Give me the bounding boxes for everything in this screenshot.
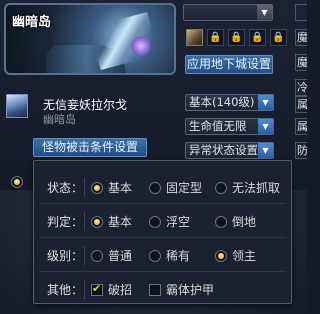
radio-button[interactable]	[91, 182, 103, 194]
divider	[84, 280, 85, 299]
option-state-basic[interactable]: 基本	[91, 179, 132, 196]
option-label: 破招	[108, 283, 133, 297]
status-select[interactable]: 异常状态设置 ▼	[185, 142, 274, 159]
hit-condition-settings-button[interactable]: 怪物被击条件设置	[33, 138, 147, 157]
option-label: 稀有	[166, 249, 191, 263]
option-label: 普通	[108, 249, 133, 263]
option-rank-normal[interactable]: 普通	[91, 247, 132, 264]
lock-icon[interactable]: 🔒	[207, 29, 224, 46]
option-rank-rare[interactable]: 稀有	[149, 247, 190, 264]
chevron-down-icon[interactable]: ▼	[258, 95, 273, 110]
row-label: 级别：	[47, 249, 84, 263]
radio-button[interactable]	[215, 216, 227, 228]
lock-icon[interactable]: 🔒	[228, 29, 245, 46]
lock-icon[interactable]: 🔒	[270, 29, 287, 46]
radio-button[interactable]	[149, 216, 161, 228]
option-state-fixed[interactable]: 固定型	[149, 179, 202, 196]
right-edge-field[interactable]: 魔	[295, 29, 307, 46]
divider	[84, 212, 85, 231]
right-edge-field[interactable]: 属	[295, 96, 307, 113]
level-select[interactable]: 基本(140级) ▼	[185, 94, 274, 111]
divider	[39, 271, 286, 272]
right-edge-field[interactable]: 冷	[295, 79, 307, 96]
option-label: 霸体护甲	[166, 283, 215, 297]
option-judge-knockdown[interactable]: 倒地	[215, 213, 256, 230]
row-state: 状态： 基本 固定型 无法抓取	[34, 175, 291, 200]
radio-button[interactable]	[215, 250, 227, 262]
divider	[39, 237, 286, 238]
boss-portrait	[6, 94, 28, 118]
row-rank: 级别： 普通 稀有 领主	[34, 243, 291, 268]
row-other: 其他： 破招 霸体护甲	[34, 277, 291, 302]
option-label: 领主	[232, 249, 257, 263]
divider	[84, 178, 85, 197]
option-label: 浮空	[166, 215, 191, 229]
option-label: 倒地	[232, 215, 257, 229]
checkbox[interactable]	[91, 282, 103, 296]
chevron-down-icon[interactable]: ▼	[258, 143, 273, 158]
status-select-value: 异常状态设置	[189, 143, 258, 157]
dungeon-banner[interactable]: 幽暗岛	[4, 3, 176, 75]
radio-button[interactable]	[91, 216, 103, 228]
row-label: 状态：	[47, 181, 84, 195]
chevron-down-icon[interactable]: ▼	[257, 5, 272, 20]
option-judge-airborne[interactable]: 浮空	[149, 213, 190, 230]
radio-button[interactable]	[149, 182, 161, 194]
option-rank-lord[interactable]: 领主	[215, 247, 256, 264]
row-label: 其他：	[47, 283, 84, 297]
radio-button[interactable]	[149, 250, 161, 262]
right-edge-field[interactable]: 魔	[295, 54, 307, 71]
option-label: 固定型	[166, 181, 203, 195]
top-dropdown[interactable]: ▼	[183, 4, 273, 21]
option-label: 基本	[108, 181, 133, 195]
divider	[39, 203, 286, 204]
banner-art	[131, 35, 151, 57]
chevron-down-icon[interactable]: ▼	[258, 119, 273, 134]
row-judgement: 判定： 基本 浮空 倒地	[34, 209, 291, 234]
boss-location: 幽暗岛	[43, 113, 76, 126]
item-slot-icon[interactable]	[186, 29, 203, 46]
option-other-super-armor[interactable]: 霸体护甲	[149, 281, 214, 298]
option-label: 基本	[108, 215, 133, 229]
monster-hit-condition-panel: 状态： 基本 固定型 无法抓取 判定： 基本 浮空 倒地 级别： 普通 稀有 领…	[33, 160, 292, 304]
level-select-value: 基本(140级)	[189, 95, 255, 109]
option-label: 无法抓取	[232, 181, 281, 195]
right-edge-field[interactable]	[295, 4, 307, 21]
dungeon-title: 幽暗岛	[12, 15, 52, 30]
checkbox[interactable]	[149, 284, 161, 296]
hp-select-value: 生命值无限	[189, 119, 247, 133]
apply-dungeon-settings-button[interactable]: 应用地下城设置	[185, 55, 273, 74]
lock-icon[interactable]: 🔒	[249, 29, 266, 46]
row-label: 判定：	[47, 215, 84, 229]
right-edge-field[interactable]: 防	[295, 142, 307, 159]
option-state-no-grab[interactable]: 无法抓取	[215, 179, 280, 196]
radio-button[interactable]	[11, 176, 23, 188]
option-other-counter[interactable]: 破招	[91, 281, 132, 298]
option-judge-basic[interactable]: 基本	[91, 213, 132, 230]
radio-button[interactable]	[91, 250, 103, 262]
background-radio[interactable]	[11, 175, 28, 189]
right-edge-field[interactable]: 属	[295, 118, 307, 135]
hp-select[interactable]: 生命值无限 ▼	[185, 118, 274, 135]
divider	[84, 246, 85, 265]
radio-button[interactable]	[215, 182, 227, 194]
